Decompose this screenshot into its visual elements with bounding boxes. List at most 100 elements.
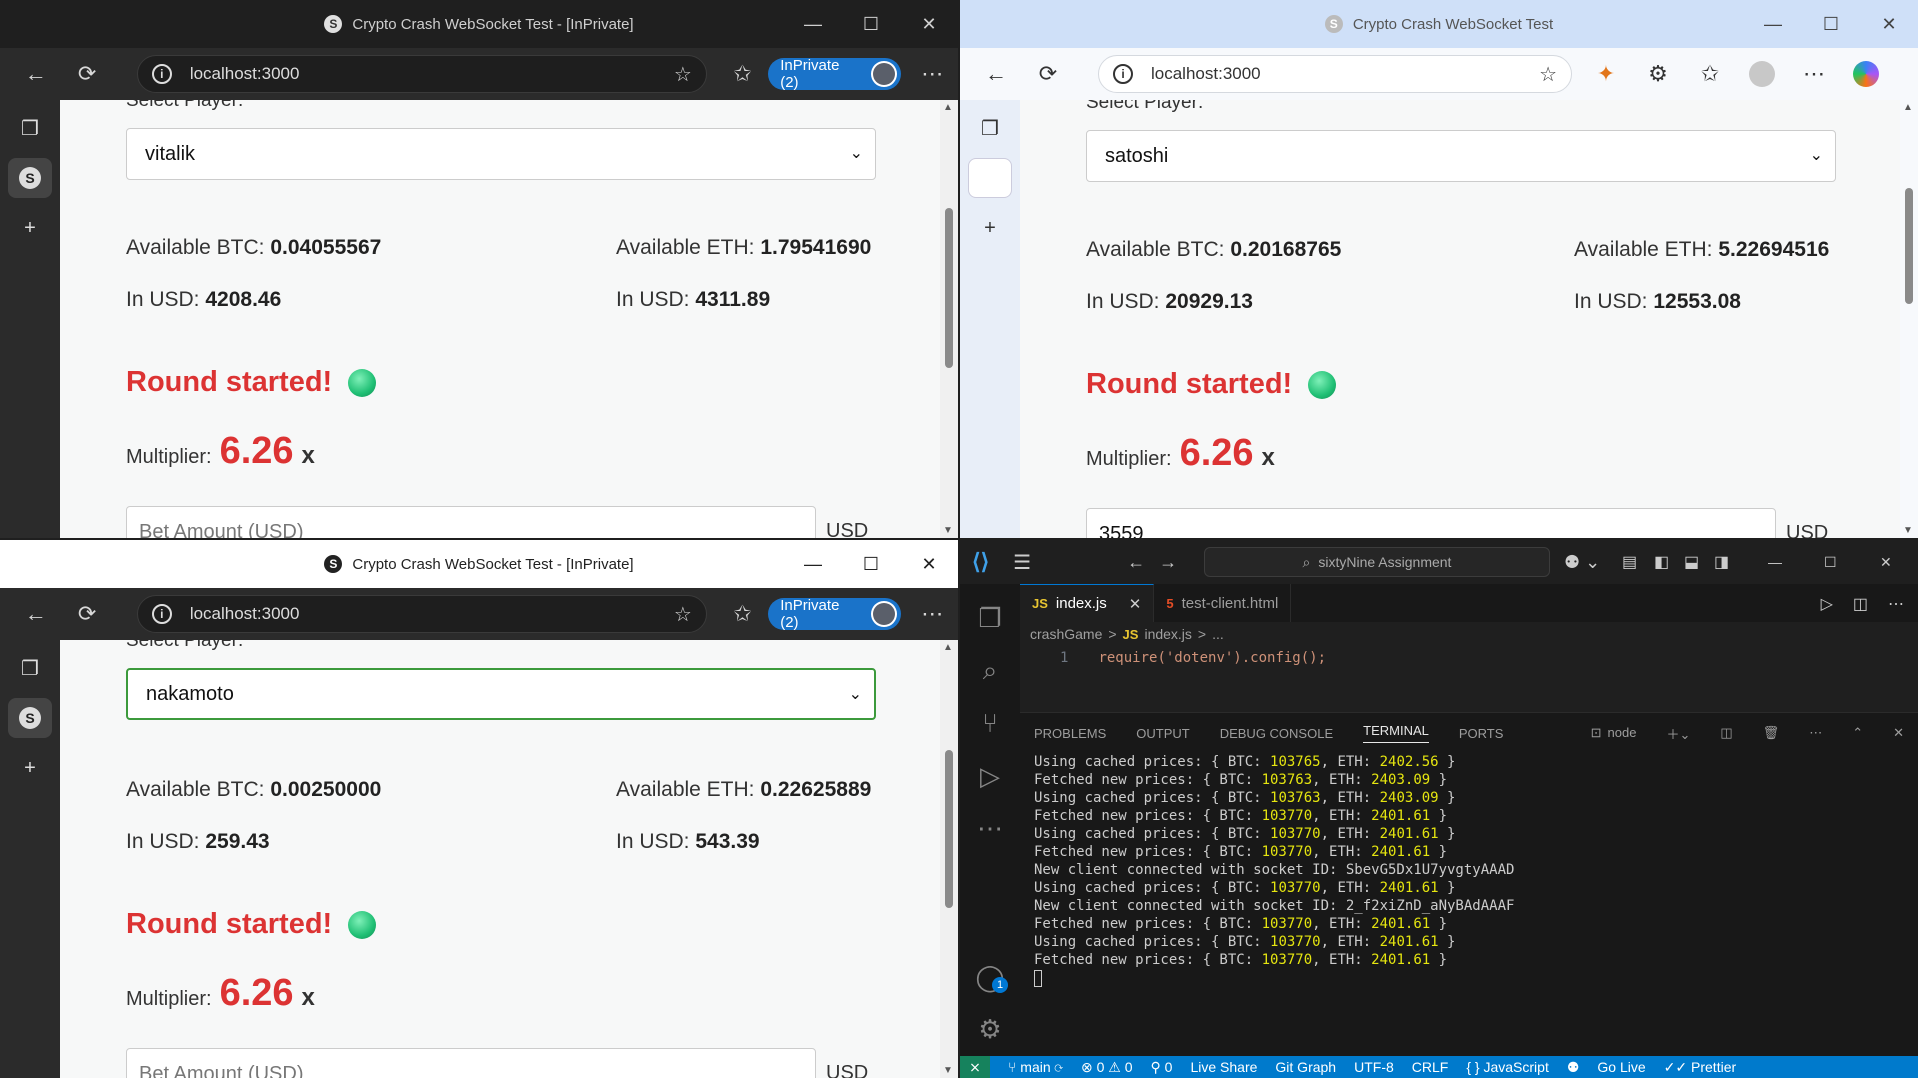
menu-icon[interactable]: ☰ [1013, 550, 1031, 575]
branch[interactable]: ⑂ main ⟳ [1008, 1059, 1063, 1075]
run-icon[interactable]: ▷ [1811, 584, 1843, 622]
tab-ports[interactable]: PORTS [1459, 726, 1504, 741]
close-button[interactable]: ✕ [900, 540, 958, 588]
remote-icon[interactable]: ⨯ [960, 1056, 990, 1078]
accounts-icon[interactable]: ◯ 1 [960, 951, 1020, 1004]
split-terminal-icon[interactable]: ◫ [1720, 725, 1732, 741]
address-bar[interactable]: i localhost:3000 ☆ [136, 595, 707, 633]
tab-debug-console[interactable]: DEBUG CONSOLE [1220, 726, 1333, 741]
bet-amount-input[interactable]: 3559 [1086, 508, 1776, 538]
settings-gear-icon[interactable]: ⚙ [960, 1003, 1020, 1056]
maximize-button[interactable]: ☐ [1824, 554, 1837, 571]
source-control-icon[interactable]: ⑂ [960, 697, 1020, 750]
player-select[interactable]: nakamoto ⌄ [126, 668, 876, 720]
live-share[interactable]: Live Share [1190, 1059, 1257, 1075]
new-tab-icon[interactable]: + [968, 208, 1012, 248]
site-tab-icon[interactable] [968, 158, 1012, 198]
close-button[interactable]: ✕ [1860, 0, 1918, 48]
extensions-icon[interactable]: ⚙ [1632, 48, 1684, 100]
minimize-button[interactable]: — [1768, 554, 1782, 570]
scrollbar[interactable]: ▲ ▼ [1900, 100, 1918, 538]
copilot-icon[interactable]: ⚉ ⌄ [1564, 552, 1600, 573]
metamask-icon[interactable]: ✦ [1580, 48, 1632, 100]
trash-icon[interactable]: 🗑 [1763, 725, 1780, 741]
info-icon[interactable]: i [151, 604, 172, 624]
maximize-panel-icon[interactable]: ⌃ [1852, 725, 1863, 741]
player-select[interactable]: vitalik ⌄ [126, 128, 876, 180]
back-button[interactable]: ← [10, 48, 61, 100]
tab-terminal[interactable]: TERMINAL [1363, 723, 1429, 743]
favorites-icon[interactable]: ✩ [1684, 48, 1736, 100]
bet-amount-input[interactable]: Bet Amount (USD) [126, 506, 816, 538]
minimize-button[interactable]: — [784, 0, 842, 48]
copilot-status-icon[interactable]: ⚉ [1567, 1059, 1580, 1076]
close-button[interactable]: ✕ [900, 0, 958, 48]
maximize-button[interactable]: ☐ [1802, 0, 1860, 48]
close-button[interactable]: ✕ [1880, 554, 1892, 571]
scrollbar[interactable]: ▲ ▼ [940, 640, 958, 1078]
terminal-shell[interactable]: ⊡ node [1591, 725, 1637, 741]
favorites-icon[interactable]: ✩ [717, 48, 768, 100]
more-icon[interactable]: ⋯ [907, 48, 958, 100]
site-tab-icon[interactable]: S [8, 158, 52, 198]
inprivate-badge[interactable]: InPrivate (2) [768, 57, 901, 91]
layout-icon[interactable]: ▤ [1622, 552, 1637, 572]
more-icon[interactable]: ⋯ [1809, 725, 1822, 741]
tab-test-client-html[interactable]: 5 test-client.html [1154, 584, 1292, 622]
info-icon[interactable]: i [1113, 64, 1133, 84]
git-graph[interactable]: Git Graph [1275, 1059, 1336, 1075]
more-icon[interactable]: ⋯ [1878, 584, 1918, 622]
run-debug-icon[interactable]: ▷ [960, 750, 1020, 803]
encoding[interactable]: UTF-8 [1354, 1059, 1394, 1075]
close-icon[interactable]: ✕ [1129, 595, 1142, 613]
refresh-button[interactable]: ⟳ [61, 588, 112, 640]
maximize-button[interactable]: ☐ [842, 0, 900, 48]
new-terminal-icon[interactable]: ＋⌄ [1666, 724, 1690, 743]
back-button[interactable]: ← [970, 48, 1022, 100]
back-button[interactable]: ← [10, 588, 61, 640]
toggle-secondary-icon[interactable]: ◨ [1714, 552, 1729, 572]
new-tab-icon[interactable]: + [8, 748, 52, 788]
scrollbar[interactable]: ▲ ▼ [940, 100, 958, 538]
favorite-star-icon[interactable]: ☆ [674, 62, 692, 87]
close-panel-icon[interactable]: ✕ [1893, 725, 1904, 741]
tab-actions-icon[interactable]: ❐ [968, 108, 1012, 148]
ports-count[interactable]: ⚲ 0 [1151, 1059, 1173, 1076]
site-tab-icon[interactable]: S [8, 698, 52, 738]
favorite-star-icon[interactable]: ☆ [1539, 62, 1557, 87]
explorer-icon[interactable]: ❐ [960, 592, 1020, 645]
info-icon[interactable]: i [151, 64, 172, 84]
minimize-button[interactable]: — [784, 540, 842, 588]
profile-icon[interactable] [1736, 48, 1788, 100]
search-icon[interactable]: ⌕ [960, 645, 1020, 698]
prettier[interactable]: ✓✓ Prettier [1664, 1059, 1736, 1076]
tab-output[interactable]: OUTPUT [1136, 726, 1189, 741]
toggle-sidebar-icon[interactable]: ◧ [1654, 552, 1669, 572]
favorites-icon[interactable]: ✩ [717, 588, 768, 640]
favorite-star-icon[interactable]: ☆ [674, 602, 692, 627]
command-center[interactable]: ⌕ sixtyNine Assignment [1204, 547, 1550, 577]
maximize-button[interactable]: ☐ [842, 540, 900, 588]
address-bar[interactable]: i localhost:3000 ☆ [1098, 55, 1572, 93]
minimize-button[interactable]: — [1744, 0, 1802, 48]
tab-actions-icon[interactable]: ❐ [8, 108, 52, 148]
tab-problems[interactable]: PROBLEMS [1034, 726, 1106, 741]
toggle-panel-icon[interactable]: ⬓ [1684, 552, 1699, 572]
terminal-output[interactable]: Using cached prices: { BTC: 103765, ETH:… [1020, 753, 1918, 987]
player-select[interactable]: satoshi ⌄ [1086, 130, 1836, 182]
language-mode[interactable]: { } JavaScript [1466, 1059, 1549, 1075]
bet-amount-input[interactable]: Bet Amount (USD) [126, 1048, 816, 1078]
nav-forward-icon[interactable]: → [1159, 552, 1177, 573]
nav-back-icon[interactable]: ← [1127, 552, 1145, 573]
more-icon[interactable]: ⋯ [1788, 48, 1840, 100]
code-line[interactable]: 1 require('dotenv').config(); [1020, 646, 1918, 670]
copilot-icon[interactable] [1840, 48, 1892, 100]
inprivate-badge[interactable]: InPrivate (2) [768, 597, 901, 631]
refresh-button[interactable]: ⟳ [1022, 48, 1074, 100]
new-tab-icon[interactable]: + [8, 208, 52, 248]
tab-index-js[interactable]: JS index.js ✕ [1020, 584, 1155, 622]
address-bar[interactable]: i localhost:3000 ☆ [136, 55, 707, 93]
more-icon[interactable]: ⋯ [907, 588, 958, 640]
refresh-button[interactable]: ⟳ [61, 48, 112, 100]
go-live[interactable]: Go Live [1597, 1059, 1645, 1075]
